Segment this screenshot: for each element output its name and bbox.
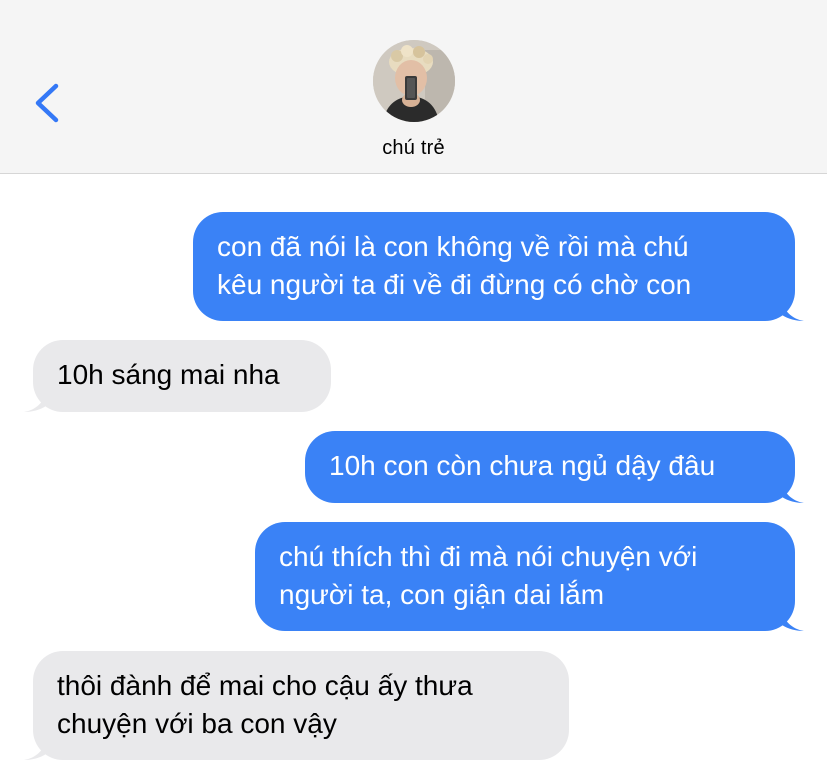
message-line: kêu người ta đi về đi đừng có chờ con [217,269,692,300]
message-line: con đã nói là con không về rồi mà chú [217,231,689,262]
sent-bubble-tail [782,301,804,321]
sent-message-bubble[interactable]: con đã nói là con không về rồi mà chú kê… [193,212,795,321]
received-bubble-tail [24,392,46,412]
messages-screen: chú trẻ con đã nói là con không về rồi m… [0,0,827,777]
message-line: chuyện với ba con vậy [57,708,337,739]
received-message-bubble[interactable]: thôi đành để mai cho cậu ấy thưa chuyện … [33,651,569,760]
message-line: 10h sáng mai nha [57,359,280,390]
received-message-bubble[interactable]: 10h sáng mai nha [33,340,331,412]
message-thread[interactable]: con đã nói là con không về rồi mà chú kê… [0,175,827,777]
chevron-left-icon [35,83,59,123]
message-line: chú thích thì đi mà nói chuyện với [279,541,698,572]
contact-name[interactable]: chú trẻ [0,137,827,160]
conversation-header: chú trẻ [0,0,827,174]
sent-bubble-tail [782,611,804,631]
contact-avatar[interactable] [373,40,455,122]
back-button[interactable] [26,78,72,128]
sent-message-bubble[interactable]: 10h con còn chưa ngủ dậy đâu [305,431,795,503]
sent-message-bubble[interactable]: chú thích thì đi mà nói chuyện với người… [255,522,795,631]
sent-bubble-tail [782,483,804,503]
avatar-photo [373,40,455,122]
message-line: người ta, con giận dai lắm [279,579,605,610]
received-bubble-tail [24,740,46,760]
message-line: 10h con còn chưa ngủ dậy đâu [329,450,716,481]
message-line: thôi đành để mai cho cậu ấy thưa [57,670,473,701]
